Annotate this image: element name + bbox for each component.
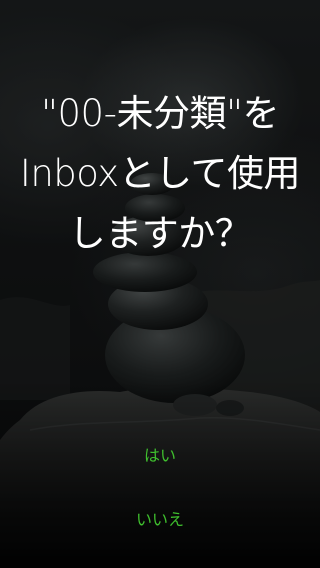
confirm-inbox-message: "00-未分類"を Inboxとして使用 しますか？ (0, 84, 320, 264)
yes-button[interactable]: はい (0, 444, 320, 468)
confirm-inbox-screen: "00-未分類"を Inboxとして使用 しますか？ はい いいえ (0, 0, 320, 568)
no-button[interactable]: いいえ (0, 508, 320, 532)
message-line-3: しますか？ (68, 212, 252, 255)
message-line-1: "00-未分類"を (41, 92, 279, 135)
message-line-2: Inboxとして使用 (19, 152, 301, 195)
